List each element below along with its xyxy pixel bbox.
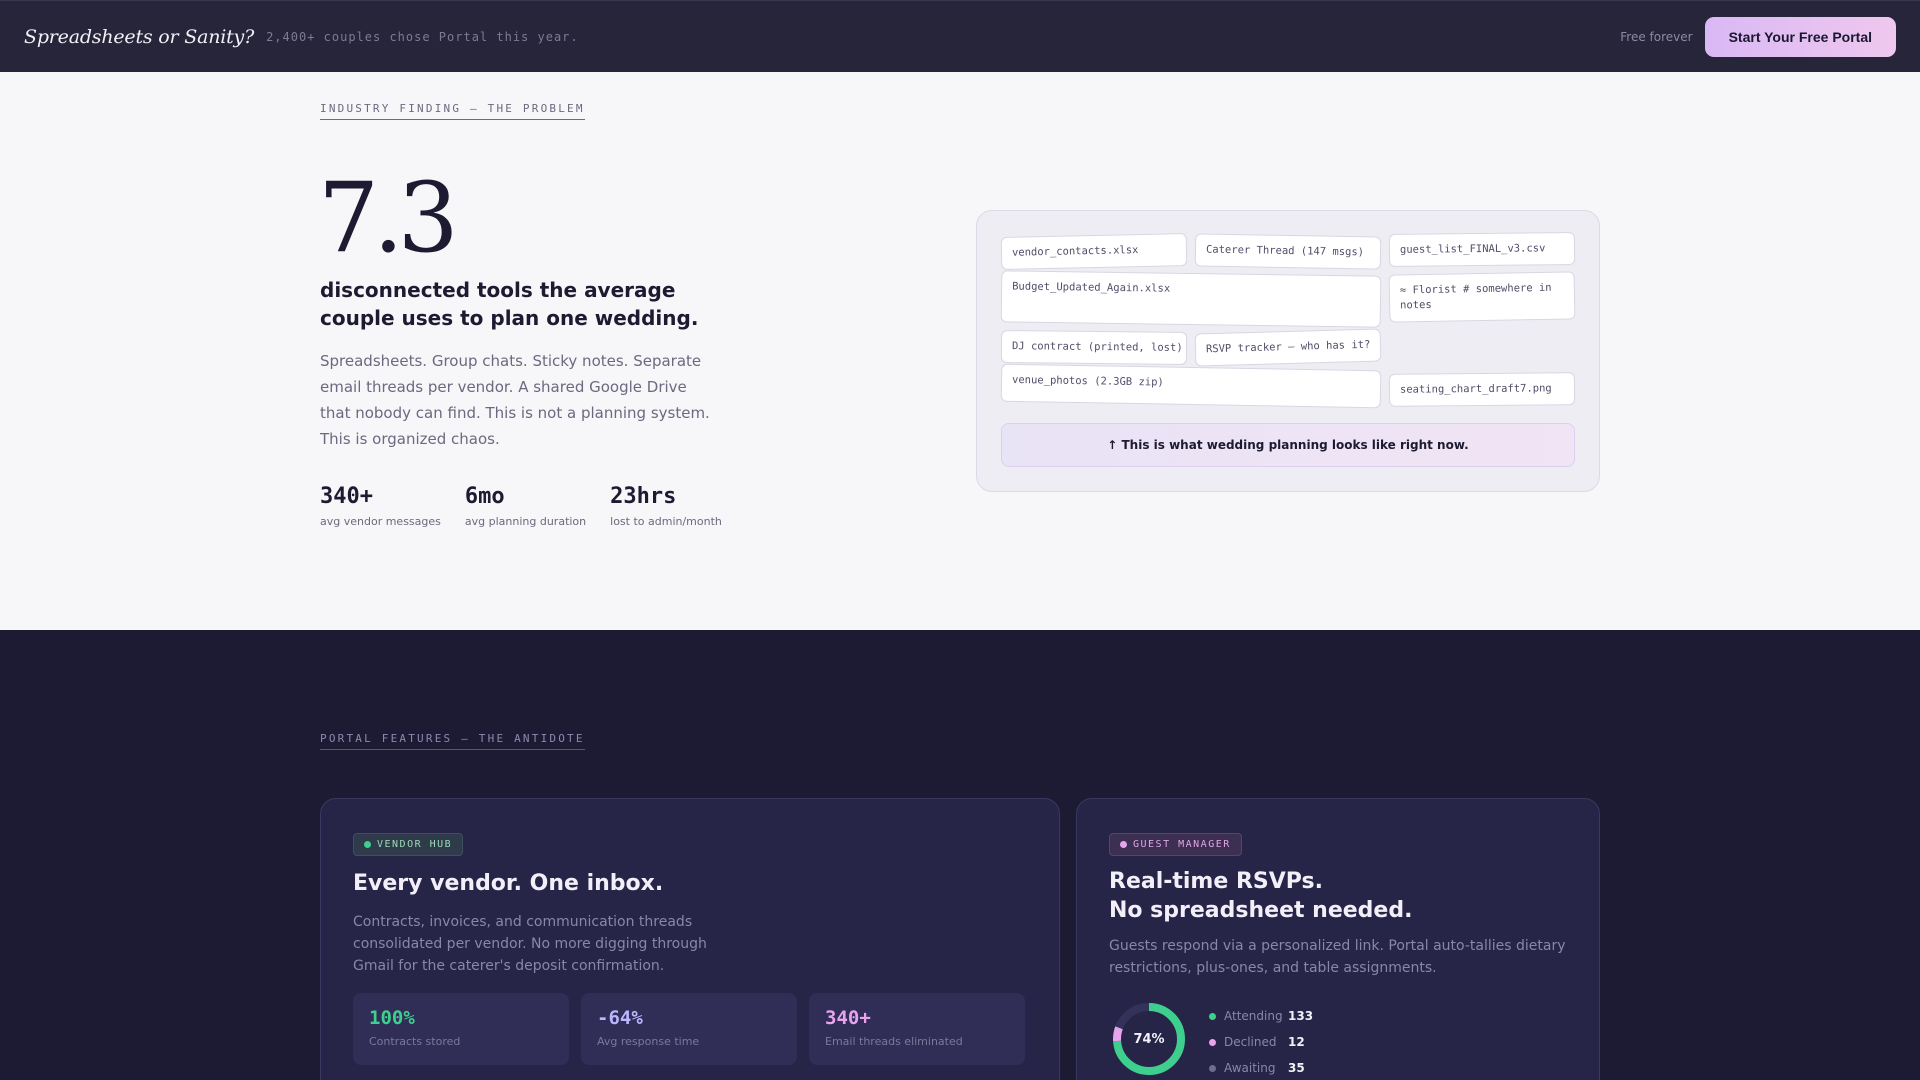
file-chip: seating_chart_draft7.png [1388, 372, 1576, 407]
problem-section: INDUSTRY FINDING — THE PROBLEM 7.3 disco… [0, 72, 1920, 630]
tagline: 2,400+ couples chose Portal this year. [266, 29, 579, 44]
vendor-hub-title: Every vendor. One inbox. [353, 871, 664, 896]
legend-name: Awaiting [1224, 1061, 1276, 1075]
metric-threads: 340+ Email threads eliminated [809, 993, 1025, 1065]
vendor-hub-badge: VENDOR HUB [353, 833, 464, 856]
chaos-illustration: vendor_contacts.xlsx Caterer Thread (147… [976, 210, 1600, 492]
metric-label: Contracts stored [369, 1035, 461, 1048]
file-chip: DJ contract (printed, lost) [1000, 330, 1188, 365]
file-chip: Budget_Updated_Again.xlsx [1000, 270, 1382, 328]
problem-headline: disconnected tools the average couple us… [320, 278, 699, 330]
awaiting-dot-icon [1209, 1064, 1216, 1072]
features-eyebrow: PORTAL FEATURES — THE ANTIDOTE [320, 732, 585, 750]
stat-admin-hours: 23hrs lost to admin/month [610, 484, 722, 528]
badge-label: VENDOR HUB [377, 839, 453, 850]
file-chip: ≈ Florist # somewhere in notes [1388, 271, 1576, 323]
rsvp-legend: Attending 133 Declined 12 Awaiting 35 [1209, 1003, 1313, 1080]
stat-label: avg vendor messages [320, 515, 441, 528]
status-dot-icon [364, 841, 371, 848]
guest-manager-badge: GUEST MANAGER [1109, 833, 1242, 856]
metric-value: -64% [597, 1007, 643, 1029]
vendor-hub-card: VENDOR HUB Every vendor. One inbox. Cont… [320, 798, 1060, 1080]
metric-contracts: 100% Contracts stored [353, 993, 569, 1065]
legend-name: Attending [1224, 1009, 1283, 1023]
donut-percent: 74% [1133, 1031, 1165, 1047]
stats-row: 340+ avg vendor messages 6mo avg plannin… [320, 484, 722, 528]
declined-dot-icon [1209, 1038, 1216, 1046]
stat-value: 6mo [464, 484, 505, 509]
stat-vendor-messages: 340+ avg vendor messages [320, 484, 441, 528]
metric-label: Email threads eliminated [825, 1035, 963, 1048]
attending-dot-icon [1209, 1012, 1216, 1020]
legend-awaiting: Awaiting 35 [1209, 1055, 1313, 1080]
file-chip: vendor_contacts.xlsx [1000, 233, 1188, 270]
title-line-1: Real-time RSVPs. [1109, 869, 1323, 894]
metric-label: Avg response time [597, 1035, 700, 1048]
brand-title[interactable]: Spreadsheets or Sanity? [24, 26, 254, 48]
legend-value: 12 [1288, 1035, 1305, 1049]
chaos-caption: ↑ This is what wedding planning looks li… [1001, 423, 1575, 467]
problem-body: Spreadsheets. Group chats. Sticky notes.… [320, 352, 710, 448]
metric-value: 340+ [825, 1007, 871, 1029]
metric-value: 100% [369, 1007, 415, 1029]
file-chip: venue_photos (2.3GB zip) [1000, 363, 1382, 409]
big-statistic: 7.3 [318, 162, 459, 274]
file-chip: guest_list_FINAL_v3.csv [1388, 232, 1576, 267]
status-dot-icon [1120, 841, 1127, 848]
top-bar: Spreadsheets or Sanity? 2,400+ couples c… [0, 0, 1920, 72]
guest-manager-title: Real-time RSVPs. No spreadsheet needed. [1109, 867, 1412, 925]
legend-attending: Attending 133 [1209, 1003, 1313, 1029]
stat-value: 340+ [320, 484, 373, 509]
vendor-hub-body: Contracts, invoices, and communication t… [353, 914, 707, 974]
stat-label: avg planning duration [464, 515, 587, 528]
legend-value: 133 [1288, 1009, 1314, 1023]
legend-declined: Declined 12 [1209, 1029, 1313, 1055]
legend-name: Declined [1224, 1035, 1277, 1049]
stat-planning-duration: 6mo avg planning duration [465, 484, 586, 528]
stat-label: lost to admin/month [610, 515, 722, 528]
badge-label: GUEST MANAGER [1133, 839, 1231, 850]
stat-value: 23hrs [610, 484, 677, 509]
guest-manager-body: Guests respond via a personalized link. … [1109, 938, 1566, 976]
problem-eyebrow: INDUSTRY FINDING — THE PROBLEM [320, 102, 585, 120]
title-line-2: No spreadsheet needed. [1109, 898, 1413, 923]
features-section: PORTAL FEATURES — THE ANTIDOTE VENDOR HU… [0, 630, 1920, 1080]
guest-manager-card: GUEST MANAGER Real-time RSVPs. No spread… [1076, 798, 1600, 1080]
start-portal-button[interactable]: Start Your Free Portal [1704, 16, 1896, 57]
legend-value: 35 [1288, 1061, 1305, 1075]
file-chip: Caterer Thread (147 msgs) [1194, 233, 1382, 270]
metric-response-time: -64% Avg response time [581, 993, 797, 1065]
file-chip: RSVP tracker — who has it? [1194, 328, 1382, 367]
free-note: Free forever [1620, 29, 1693, 44]
